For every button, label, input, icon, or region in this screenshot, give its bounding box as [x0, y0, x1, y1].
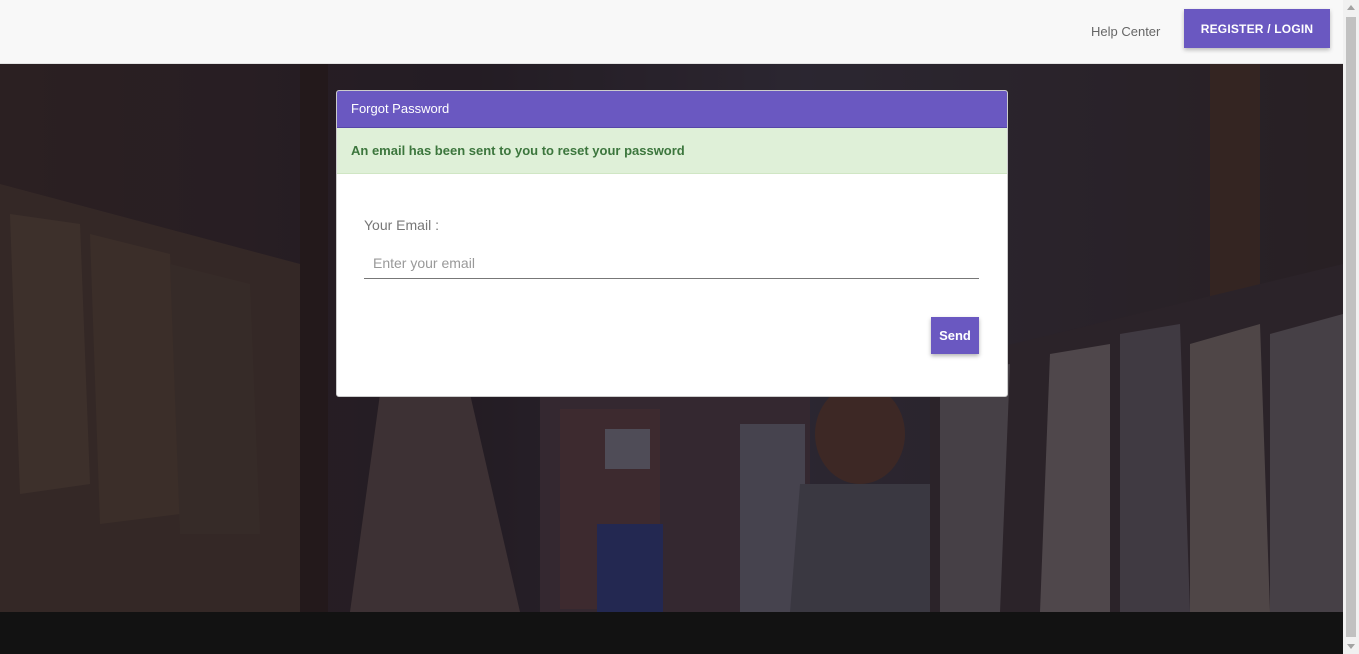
card-title: Forgot Password [337, 91, 1007, 128]
email-input[interactable] [364, 247, 979, 279]
help-center-link[interactable]: Help Center [1091, 24, 1160, 39]
forgot-password-card: Forgot Password An email has been sent t… [336, 90, 1008, 397]
email-label: Your Email : [364, 217, 439, 233]
scroll-thumb[interactable] [1346, 17, 1356, 637]
register-login-button[interactable]: REGISTER / LOGIN [1184, 9, 1330, 48]
scroll-up-arrow-icon[interactable] [1347, 5, 1355, 10]
send-button[interactable]: Send [931, 317, 979, 354]
scroll-down-arrow-icon[interactable] [1347, 644, 1355, 649]
vertical-scrollbar[interactable] [1343, 0, 1359, 654]
success-alert: An email has been sent to you to reset y… [337, 128, 1007, 174]
top-navbar: Help Center REGISTER / LOGIN [0, 0, 1343, 64]
footer-bar [0, 612, 1343, 654]
